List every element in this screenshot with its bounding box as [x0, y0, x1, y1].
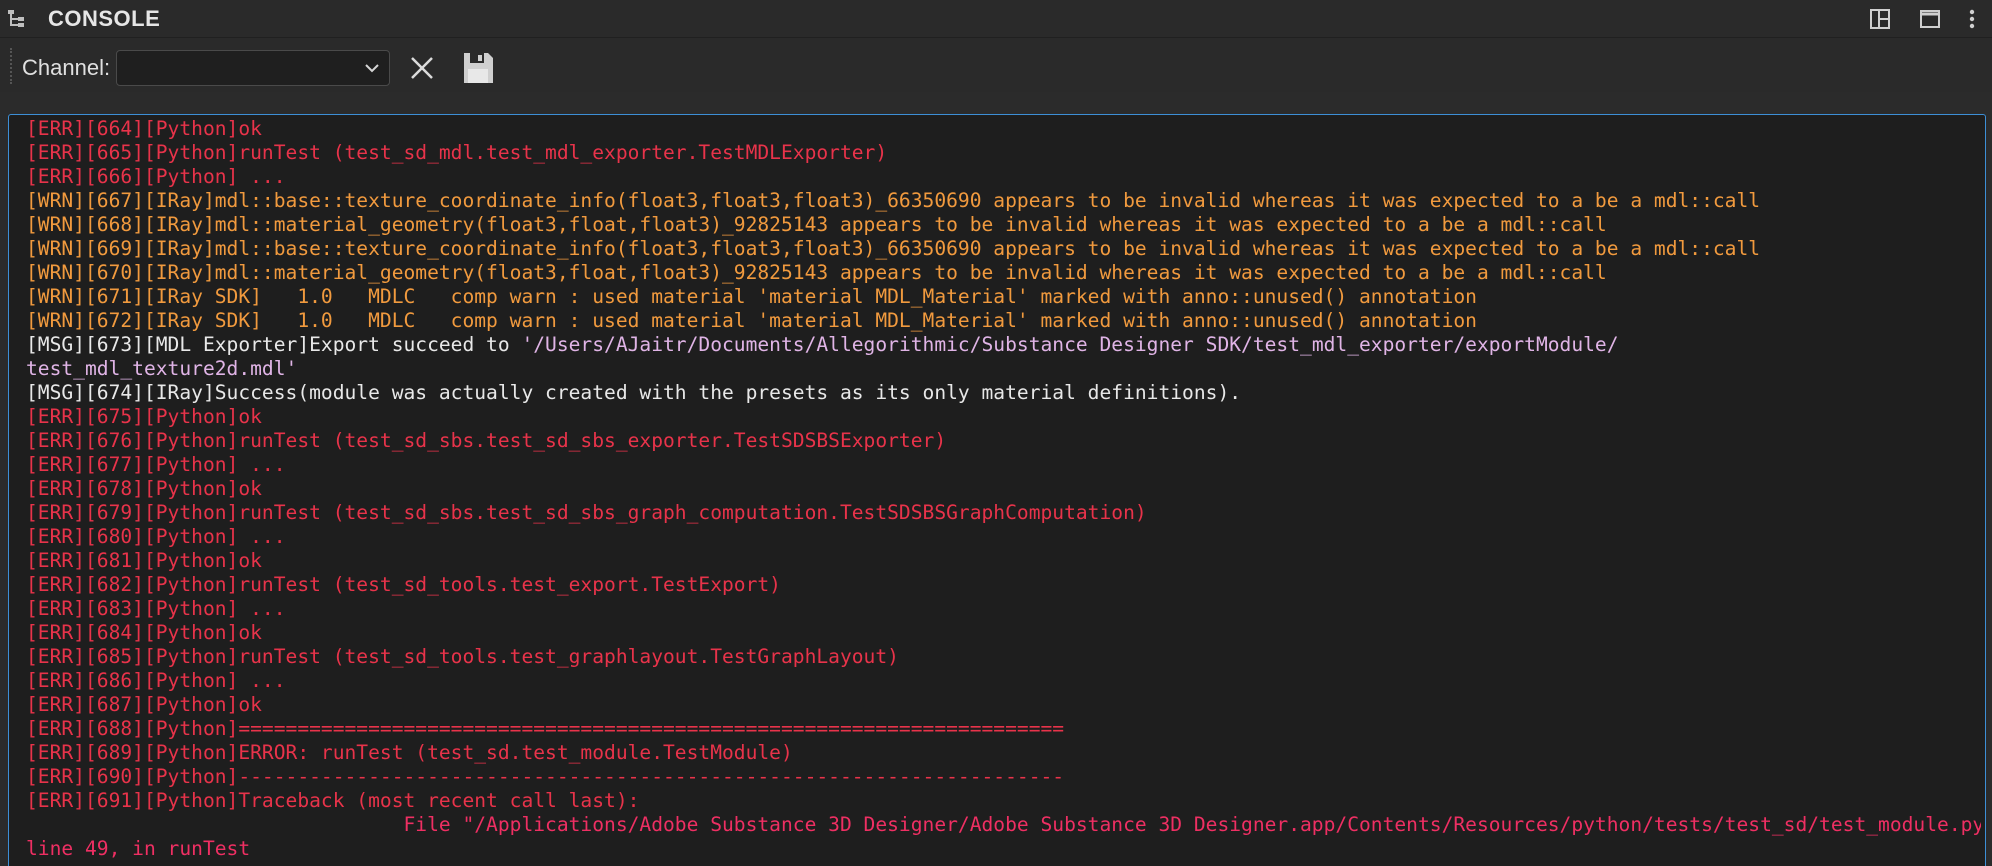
- toolbar-grip[interactable]: [10, 48, 16, 84]
- log-line-text: [WRN][669][IRay]mdl::base::texture_coord…: [26, 237, 1761, 260]
- log-line-text: [MSG][674][IRay]Success(module was actua…: [26, 381, 1242, 404]
- save-log-button[interactable]: [460, 50, 496, 86]
- log-line-text: [ERR][678][Python]ok: [26, 477, 262, 500]
- log-line-text: [ERR][689][Python]ERROR: runTest (test_s…: [26, 741, 793, 764]
- log-line: [ERR][688][Python]======================…: [26, 717, 1981, 741]
- log-line-text: [ERR][691][Python]Traceback (most recent…: [26, 789, 640, 812]
- log-line-text: [WRN][668][IRay]mdl::material_geometry(f…: [26, 213, 1607, 236]
- log-line-text: [ERR][686][Python] ...: [26, 669, 286, 692]
- log-line: [ERR][687][Python]ok: [26, 693, 1981, 717]
- log-line: [ERR][686][Python] ...: [26, 669, 1981, 693]
- log-line-text: [MSG][673][MDL Exporter]Export succeed t…: [26, 333, 522, 356]
- log-line-text: [WRN][672][IRay SDK] 1.0 MDLC comp warn …: [26, 309, 1477, 332]
- log-line-text: [ERR][690][Python]----------------------…: [26, 765, 1065, 788]
- log-line: [ERR][664][Python]ok: [26, 117, 1981, 141]
- log-line-text: [ERR][688][Python]======================…: [26, 717, 1065, 740]
- log-line-text: [ERR][665][Python]runTest (test_sd_mdl.t…: [26, 141, 888, 164]
- more-options-icon[interactable]: [1960, 7, 1984, 31]
- log-line: [ERR][676][Python]runTest (test_sd_sbs.t…: [26, 429, 1981, 453]
- log-lines: [ERR][664][Python]ok [ERR][665][Python]ru…: [26, 117, 1981, 861]
- log-line-text: [ERR][685][Python]runTest (test_sd_tools…: [26, 645, 899, 668]
- log-line-text: [WRN][671][IRay SDK] 1.0 MDLC comp warn …: [26, 285, 1477, 308]
- log-line: test_mdl_texture2d.mdl': [26, 357, 1981, 381]
- log-line: [WRN][668][IRay]mdl::material_geometry(f…: [26, 213, 1981, 237]
- log-line-text: [ERR][675][Python]ok: [26, 405, 262, 428]
- log-line: [ERR][678][Python]ok: [26, 477, 1981, 501]
- log-line: line 49, in runTest: [26, 837, 1981, 861]
- clear-console-button[interactable]: [404, 50, 440, 86]
- log-line-path: '/Users/AJaitr/Documents/Allegorithmic/S…: [521, 333, 1619, 356]
- log-line-text: [ERR][683][Python] ...: [26, 597, 286, 620]
- log-line: [ERR][691][Python]Traceback (most recent…: [26, 789, 1981, 813]
- panel-titlebar: CONSOLE: [0, 0, 1992, 38]
- log-line: [MSG][673][MDL Exporter]Export succeed t…: [26, 333, 1981, 357]
- channel-label: Channel:: [22, 55, 111, 80]
- log-line: [ERR][679][Python]runTest (test_sd_sbs.t…: [26, 501, 1981, 525]
- log-line: [ERR][690][Python]----------------------…: [26, 765, 1981, 789]
- log-line-text: test_mdl_texture2d.mdl': [26, 357, 298, 380]
- log-line: [WRN][669][IRay]mdl::base::texture_coord…: [26, 237, 1981, 261]
- log-line-text: File "/Applications/Adobe Substance 3D D…: [26, 813, 1981, 836]
- log-line: [WRN][672][IRay SDK] 1.0 MDLC comp warn …: [26, 309, 1981, 333]
- log-line-text: [ERR][676][Python]runTest (test_sd_sbs.t…: [26, 429, 947, 452]
- log-line: File "/Applications/Adobe Substance 3D D…: [26, 813, 1981, 837]
- chevron-down-icon: [365, 64, 379, 73]
- split-view-icon[interactable]: [1868, 7, 1892, 31]
- log-line-text: [ERR][687][Python]ok: [26, 693, 262, 716]
- panel-tree-icon[interactable]: [6, 8, 28, 30]
- log-line: [ERR][683][Python] ...: [26, 597, 1981, 621]
- log-line-text: [ERR][680][Python] ...: [26, 525, 286, 548]
- log-line: [ERR][675][Python]ok: [26, 405, 1981, 429]
- console-output[interactable]: [ERR][664][Python]ok [ERR][665][Python]ru…: [8, 114, 1986, 866]
- log-line: [WRN][670][IRay]mdl::material_geometry(f…: [26, 261, 1981, 285]
- log-line-text: [ERR][682][Python]runTest (test_sd_tools…: [26, 573, 781, 596]
- log-line: [ERR][680][Python] ...: [26, 525, 1981, 549]
- log-line-text: [WRN][667][IRay]mdl::base::texture_coord…: [26, 189, 1761, 212]
- log-line: [ERR][685][Python]runTest (test_sd_tools…: [26, 645, 1981, 669]
- log-line: [ERR][689][Python]ERROR: runTest (test_s…: [26, 741, 1981, 765]
- log-line: [ERR][682][Python]runTest (test_sd_tools…: [26, 573, 1981, 597]
- log-line-text: [ERR][681][Python]ok: [26, 549, 262, 572]
- log-line-text: [ERR][664][Python]ok: [26, 117, 262, 140]
- log-line-text: [ERR][666][Python] ...: [26, 165, 286, 188]
- maximize-icon[interactable]: [1918, 7, 1942, 31]
- log-line: [ERR][665][Python]runTest (test_sd_mdl.t…: [26, 141, 1981, 165]
- panel-title: CONSOLE: [48, 6, 161, 31]
- log-line: [ERR][666][Python] ...: [26, 165, 1981, 189]
- log-line: [WRN][667][IRay]mdl::base::texture_coord…: [26, 189, 1981, 213]
- console-toolbar: Channel:: [0, 38, 1992, 92]
- log-line-text: line 49, in runTest: [26, 837, 251, 860]
- log-line: [MSG][674][IRay]Success(module was actua…: [26, 381, 1981, 405]
- log-line: [ERR][684][Python]ok: [26, 621, 1981, 645]
- log-line-text: [ERR][677][Python] ...: [26, 453, 286, 476]
- log-line-text: [WRN][670][IRay]mdl::material_geometry(f…: [26, 261, 1607, 284]
- log-line-text: [ERR][684][Python]ok: [26, 621, 262, 644]
- log-line: [WRN][671][IRay SDK] 1.0 MDLC comp warn …: [26, 285, 1981, 309]
- log-line: [ERR][681][Python]ok: [26, 549, 1981, 573]
- channel-select[interactable]: [116, 50, 390, 86]
- log-line-text: [ERR][679][Python]runTest (test_sd_sbs.t…: [26, 501, 1147, 524]
- log-line: [ERR][677][Python] ...: [26, 453, 1981, 477]
